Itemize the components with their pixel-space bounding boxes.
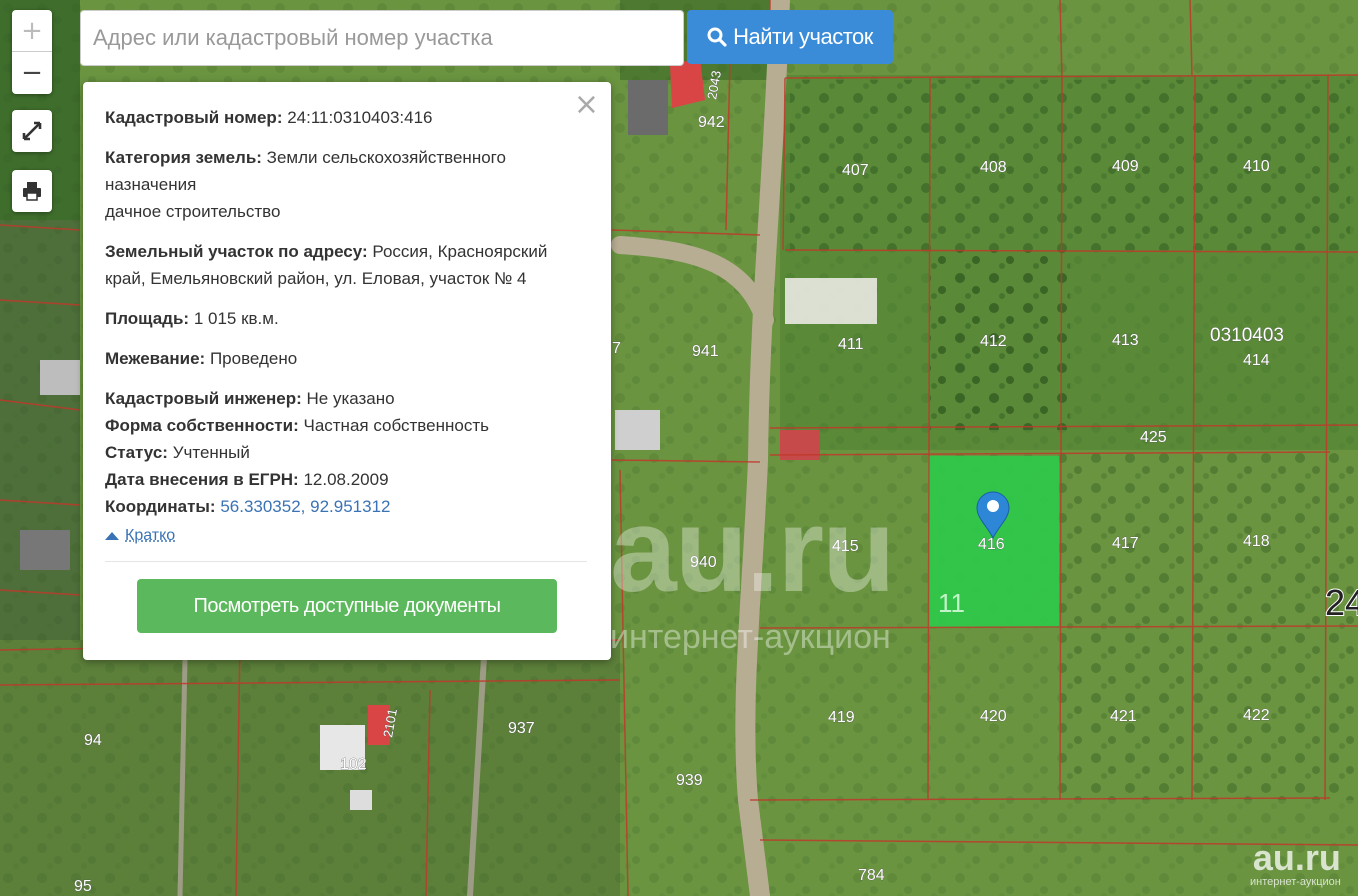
view-documents-button[interactable]: Посмотреть доступные документы (137, 579, 557, 633)
caret-up-icon (105, 531, 119, 540)
print-icon (23, 182, 41, 201)
parcel-label-940: 940 (690, 554, 717, 571)
parcel-label-102: 102 (340, 756, 367, 773)
parcel-label-937: 937 (508, 720, 535, 737)
address-label: Земельный участок по адресу: (105, 242, 368, 261)
area-value: 1 015 кв.м. (193, 309, 279, 328)
block-label: 0310403 (1210, 325, 1284, 346)
parcel-label-24: 24 (1325, 582, 1358, 623)
search-button[interactable]: Найти участок (687, 10, 893, 64)
parcel-label-941: 941 (692, 343, 719, 360)
parcel-label-410: 410 (1243, 158, 1270, 175)
print-button[interactable] (12, 170, 52, 212)
parcel-label-412: 412 (980, 333, 1007, 350)
search-input[interactable] (80, 10, 684, 66)
survey-value: Проведено (209, 349, 298, 368)
date-label: Дата внесения в ЕГРН: (105, 470, 299, 489)
survey-label: Межевание: (105, 349, 206, 368)
parcel-label-420: 420 (980, 708, 1007, 725)
coordinates-row: Координаты: 56.330352, 92.951312 (105, 493, 587, 520)
ownership-row: Форма собственности: Частная собственнос… (105, 412, 587, 439)
close-icon[interactable]: × (574, 90, 599, 120)
parcel-label-414: 414 (1243, 352, 1270, 369)
parcel-label-425: 425 (1140, 429, 1167, 446)
coords-label: Координаты: (105, 497, 216, 516)
parcel-label-942: 942 (698, 114, 725, 131)
registry-date-row: Дата внесения в ЕГРН: 12.08.2009 (105, 466, 587, 493)
parcel-label-11: 11 (938, 588, 965, 618)
parcel-label-95: 95 (74, 878, 92, 895)
date-value: 12.08.2009 (303, 470, 389, 489)
area-row: Площадь: 1 015 кв.м. (105, 305, 587, 332)
parcel-label-413: 413 (1112, 332, 1139, 349)
cadastral-number-row: Кадастровый номер: 24:11:0310403:416 (105, 104, 587, 131)
status-row: Статус: Учтенный (105, 439, 587, 466)
parcel-label-94: 94 (84, 732, 102, 749)
parcel-label-939: 939 (676, 772, 703, 789)
ownership-value: Частная собственность (303, 416, 489, 435)
zoom-control: + − (12, 10, 52, 94)
engineer-row: Кадастровый инженер: Не указано (105, 385, 587, 412)
parcel-label-422: 422 (1243, 707, 1270, 724)
parcel-label-7: 7 (612, 340, 621, 357)
address-row: Земельный участок по адресу: Россия, Кра… (105, 238, 587, 292)
parcel-label-419: 419 (828, 709, 855, 726)
plus-icon: + (21, 15, 43, 46)
parcel-info-popup: × Кадастровый номер: 24:11:0310403:416 К… (83, 82, 611, 660)
engineer-label: Кадастровый инженер: (105, 389, 302, 408)
fullscreen-button[interactable] (12, 110, 52, 152)
parcel-label-416: 416 (978, 536, 1005, 553)
parcel-label-409: 409 (1112, 158, 1139, 175)
short-view-label: Кратко (125, 527, 176, 544)
popup-divider (105, 561, 587, 562)
land-category-row: Категория земель: Земли сельскохозяйстве… (105, 144, 587, 225)
zoom-in-button[interactable]: + (12, 10, 52, 52)
short-view-link[interactable]: Кратко (105, 522, 175, 549)
parcel-label-407: 407 (842, 162, 869, 179)
zoom-out-button[interactable]: − (12, 52, 52, 93)
search-button-label: Найти участок (733, 24, 873, 49)
parcel-label-418: 418 (1243, 533, 1270, 550)
parcel-label-408: 408 (980, 159, 1007, 176)
coordinates-link[interactable]: 56.330352, 92.951312 (220, 497, 390, 516)
status-label: Статус: (105, 443, 168, 462)
minus-icon: − (21, 57, 43, 88)
parcel-label-415: 415 (832, 538, 859, 555)
parcel-label-421: 421 (1110, 708, 1137, 725)
fullscreen-icon (22, 121, 42, 141)
search-icon (707, 27, 727, 47)
category-use: дачное строительство (105, 202, 281, 221)
area-label: Площадь: (105, 309, 190, 328)
cadastral-label: Кадастровый номер: (105, 108, 283, 127)
survey-row: Межевание: Проведено (105, 345, 587, 372)
parcel-label-411: 411 (838, 336, 864, 353)
status-value: Учтенный (172, 443, 250, 462)
cadastral-value: 24:11:0310403:416 (287, 108, 433, 127)
engineer-value: Не указано (306, 389, 395, 408)
parcel-label-417: 417 (1112, 535, 1139, 552)
category-label: Категория земель: (105, 148, 262, 167)
ownership-label: Форма собственности: (105, 416, 299, 435)
parcel-label-784: 784 (858, 867, 885, 884)
